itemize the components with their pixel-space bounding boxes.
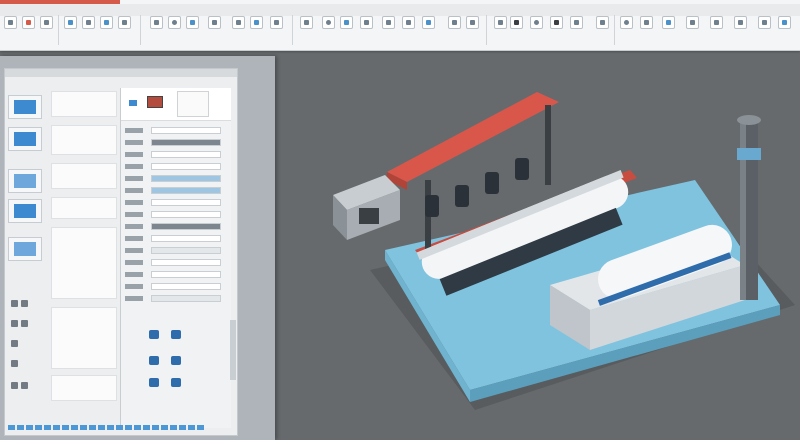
sync-icon[interactable] — [710, 16, 723, 29]
preview-pane — [51, 227, 117, 299]
property-row[interactable] — [125, 126, 225, 136]
thumbnail-image — [14, 204, 36, 218]
scrollbar[interactable] — [230, 320, 236, 380]
view-icon[interactable] — [448, 16, 461, 29]
save-icon[interactable] — [22, 16, 35, 29]
table-icon[interactable] — [208, 16, 221, 29]
thumbnail-image — [14, 242, 36, 256]
swatch-grid-row[interactable] — [149, 330, 205, 343]
ribbon-separator — [486, 15, 487, 45]
swatch-grid-row[interactable] — [149, 378, 205, 391]
text-box-icon[interactable] — [360, 16, 373, 29]
grid-icon[interactable] — [466, 16, 479, 29]
property-row[interactable] — [125, 282, 225, 292]
canvas-3d-scene[interactable] — [275, 50, 800, 440]
property-row[interactable] — [125, 210, 225, 220]
circle-icon[interactable] — [168, 16, 181, 29]
roller-segments — [425, 158, 529, 217]
property-row[interactable] — [125, 198, 225, 208]
swatch-grid-row[interactable] — [149, 356, 205, 369]
motor-unit — [333, 175, 400, 240]
format-icon[interactable] — [382, 16, 395, 29]
slide-thumbnail[interactable] — [8, 237, 42, 261]
thumbnail-image — [14, 132, 36, 146]
preview-pane — [51, 375, 117, 401]
export-icon[interactable] — [596, 16, 609, 29]
ribbon-separator — [614, 15, 615, 45]
property-row[interactable] — [125, 270, 225, 280]
redo-icon[interactable] — [82, 16, 95, 29]
help-icon[interactable] — [620, 16, 633, 29]
thumbnail-tools[interactable] — [11, 359, 39, 369]
gear-icon[interactable] — [322, 16, 335, 29]
property-row[interactable] — [125, 162, 225, 172]
layer-icon[interactable] — [250, 16, 263, 29]
preview-swatch — [147, 96, 163, 108]
paint-icon[interactable] — [64, 16, 77, 29]
thumbnail-tools[interactable] — [11, 319, 39, 329]
account-icon[interactable] — [734, 16, 747, 29]
chart-icon[interactable] — [232, 16, 245, 29]
bookmark-icon[interactable] — [550, 16, 563, 29]
thumbnail-tools[interactable] — [11, 339, 39, 349]
color-icon[interactable] — [422, 16, 435, 29]
thumbnail-tools[interactable] — [11, 299, 39, 309]
slide-thumbnail[interactable] — [8, 199, 42, 223]
preview-pane — [51, 91, 117, 117]
undo-icon[interactable] — [40, 16, 53, 29]
slide-thumbnail[interactable] — [8, 127, 42, 151]
slide-strip-indicator — [8, 422, 228, 430]
shape-icon[interactable] — [118, 16, 131, 29]
zoom-icon[interactable] — [494, 16, 507, 29]
property-row[interactable] — [125, 234, 225, 244]
settings-icon[interactable] — [686, 16, 699, 29]
arrange-icon[interactable] — [300, 16, 313, 29]
preview-pane — [51, 197, 117, 219]
slide-thumbnail[interactable] — [8, 95, 42, 119]
slide-thumbnail[interactable] — [8, 169, 42, 193]
vertical-pole — [737, 115, 761, 300]
more-icon[interactable] — [758, 16, 771, 29]
window-icon[interactable] — [662, 16, 675, 29]
dark-mode-icon[interactable] — [510, 16, 523, 29]
preview-pane — [51, 307, 117, 369]
lock-icon[interactable] — [530, 16, 543, 29]
ribbon-separator — [292, 15, 293, 45]
property-row[interactable] — [125, 258, 225, 268]
support-post — [545, 105, 551, 185]
thumbnail-tools[interactable] — [11, 381, 39, 391]
red-beam — [387, 92, 559, 182]
property-row[interactable] — [125, 150, 225, 160]
document-titlebar — [5, 69, 237, 77]
panel-icon[interactable] — [640, 16, 653, 29]
expand-icon[interactable] — [778, 16, 791, 29]
text-icon[interactable] — [100, 16, 113, 29]
property-row[interactable] — [125, 186, 225, 196]
share-icon[interactable] — [570, 16, 583, 29]
image-icon[interactable] — [186, 16, 199, 29]
style-icon[interactable] — [402, 16, 415, 29]
thumbnail-image — [14, 174, 36, 188]
align-icon[interactable] — [270, 16, 283, 29]
ribbon-toolbar — [0, 0, 800, 51]
properties-panel — [120, 88, 231, 428]
properties-preview — [121, 88, 231, 121]
property-row[interactable] — [125, 222, 225, 232]
ribbon-separator — [140, 15, 141, 45]
preview-pane — [51, 163, 117, 189]
thumbnail-image — [14, 100, 36, 114]
property-row[interactable] — [125, 138, 225, 148]
property-row[interactable] — [125, 294, 225, 304]
ribbon-tab-strip — [0, 4, 800, 16]
select-icon[interactable] — [340, 16, 353, 29]
preview-swatch — [129, 100, 137, 106]
property-row[interactable] — [125, 174, 225, 184]
document-icon[interactable] — [4, 16, 17, 29]
property-row[interactable] — [125, 246, 225, 256]
insert-icon[interactable] — [150, 16, 163, 29]
ribbon-separator — [58, 15, 59, 45]
preview-pane — [51, 125, 117, 155]
preview-frame — [177, 91, 209, 117]
